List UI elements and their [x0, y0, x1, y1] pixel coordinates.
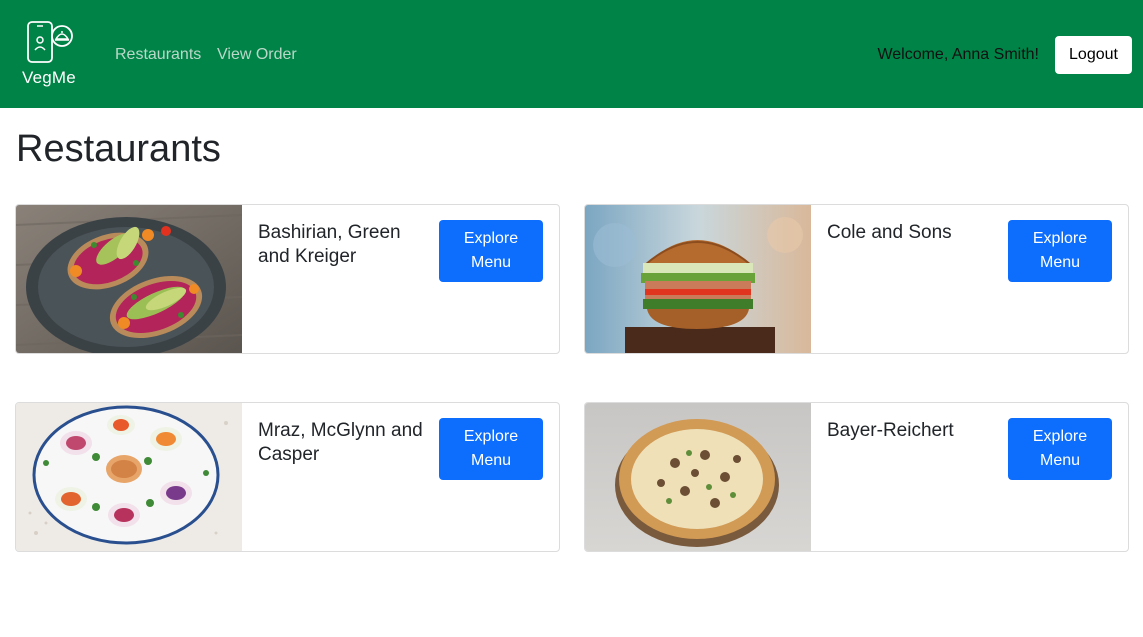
restaurant-card: Bayer-Reichert Explore Menu — [584, 402, 1129, 552]
logout-button[interactable]: Logout — [1055, 36, 1132, 74]
brand-name: VegMe — [22, 68, 76, 87]
restaurant-name: Bashirian, Green and Kreiger — [258, 222, 401, 267]
welcome-text: Welcome, Anna Smith! — [877, 46, 1039, 63]
pizza-photo — [585, 403, 811, 551]
phone-cloche-icon — [27, 21, 73, 63]
nav-link-view-order[interactable]: View Order — [217, 45, 297, 65]
page-title: Restaurants — [16, 128, 221, 170]
avocado-toast-photo — [16, 205, 242, 353]
restaurant-card: Cole and Sons Explore Menu — [584, 204, 1129, 354]
restaurant-name: Cole and Sons — [827, 222, 952, 243]
explore-menu-button[interactable]: Explore Menu — [1008, 418, 1112, 480]
nav-link-restaurants[interactable]: Restaurants — [115, 45, 201, 65]
explore-menu-button[interactable]: Explore Menu — [1008, 220, 1112, 282]
spring-rolls-photo — [16, 403, 242, 551]
top-navbar: VegMe Restaurants View Order Welcome, An… — [0, 0, 1143, 108]
veggie-burger-photo — [585, 205, 811, 353]
brand-logo[interactable]: VegMe — [20, 20, 82, 92]
restaurant-card: Bashirian, Green and Kreiger Explore Men… — [15, 204, 560, 354]
explore-menu-button[interactable]: Explore Menu — [439, 418, 543, 480]
restaurant-name: Mraz, McGlynn and Casper — [258, 420, 423, 465]
restaurant-name: Bayer-Reichert — [827, 420, 954, 441]
explore-menu-button[interactable]: Explore Menu — [439, 220, 543, 282]
restaurant-card: Mraz, McGlynn and Casper Explore Menu — [15, 402, 560, 552]
